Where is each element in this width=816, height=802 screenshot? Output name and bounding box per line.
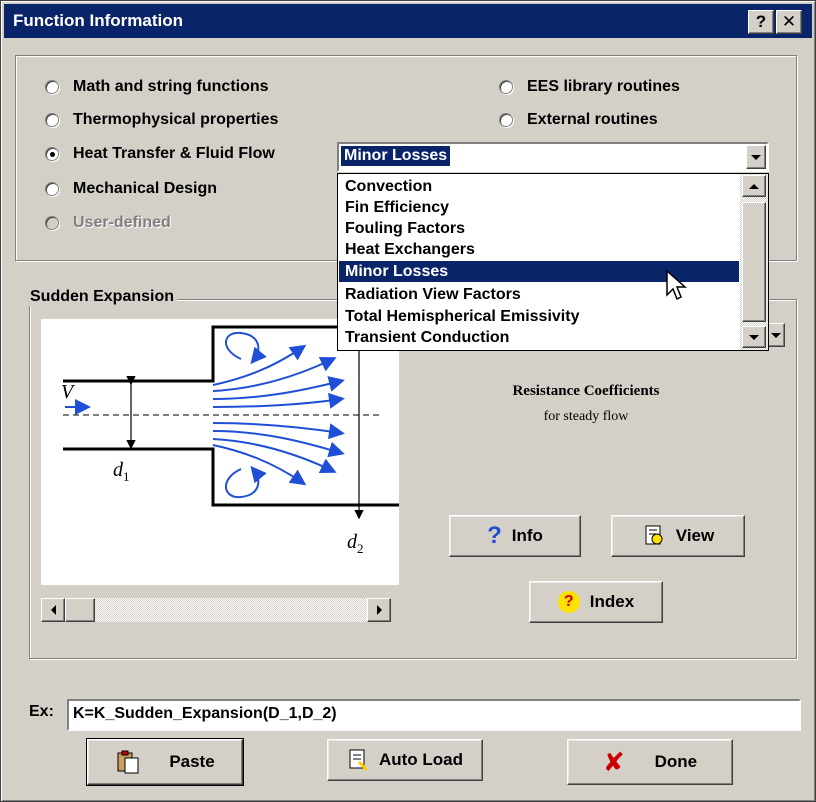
radio-label: Math and string functions	[73, 78, 269, 95]
info-button[interactable]: ? Info	[449, 515, 581, 557]
radio-button-checked[interactable]	[45, 147, 59, 161]
index-button[interactable]: ? Index	[529, 581, 663, 623]
topic-select-value: Minor Losses	[341, 146, 451, 166]
function-select-button[interactable]	[767, 323, 785, 347]
done-button-label: Done	[654, 752, 698, 771]
radio-label: User-defined	[73, 214, 171, 231]
close-x-icon: ✘	[602, 746, 625, 777]
dropdown-item[interactable]: Heat Exchangers	[339, 239, 739, 260]
radio-thermophysical[interactable]: Thermophysical properties	[45, 108, 278, 132]
paste-button-label: Paste	[169, 752, 215, 771]
radio-label: EES library routines	[527, 78, 680, 95]
function-group-title: Sudden Expansion	[27, 288, 178, 306]
dropdown-item[interactable]: Transient Conduction	[339, 327, 739, 348]
topic-select[interactable]: Minor Losses	[337, 142, 769, 172]
diagram-svg	[63, 325, 399, 520]
scroll-down-button[interactable]	[742, 326, 766, 348]
mouse-cursor-icon	[666, 269, 687, 301]
radio-button[interactable]	[499, 113, 513, 127]
chevron-down-icon	[771, 332, 781, 338]
description-subtitle: for steady flow	[543, 409, 629, 424]
window-title: Function Information	[13, 11, 183, 30]
auto-load-button[interactable]: Auto Load	[327, 739, 483, 781]
info-button-label: Info	[511, 526, 543, 545]
d1-subscript: 1	[123, 469, 130, 484]
radio-external-routines[interactable]: External routines	[499, 108, 658, 132]
scroll-thumb[interactable]	[742, 202, 766, 322]
topic-dropdown-list: Convection Fin Efficiency Fouling Factor…	[337, 173, 769, 351]
help-button[interactable]: ?	[748, 10, 774, 34]
radio-button[interactable]	[499, 80, 513, 94]
d1-label: d1	[113, 459, 130, 485]
dropdown-item[interactable]: Fouling Factors	[339, 218, 739, 239]
d2-label: d2	[347, 531, 364, 557]
scroll-up-button[interactable]	[742, 175, 766, 197]
autoload-document-icon	[349, 749, 369, 772]
dropdown-item[interactable]: Fin Efficiency	[339, 197, 739, 218]
radio-label: Mechanical Design	[73, 180, 218, 197]
radio-button[interactable]	[45, 182, 59, 196]
dropdown-button[interactable]	[746, 145, 766, 169]
document-view-icon	[645, 525, 663, 545]
dropdown-scrollbar[interactable]	[740, 174, 768, 350]
radio-ees-library[interactable]: EES library routines	[499, 75, 680, 99]
radio-label: External routines	[527, 111, 658, 128]
title-bar: Function Information ? ✕	[4, 4, 812, 38]
radio-button-disabled	[45, 216, 59, 230]
d2-subscript: 2	[357, 541, 364, 556]
auto-load-button-label: Auto Load	[378, 750, 464, 769]
paste-clipboard-icon	[117, 750, 139, 774]
view-button-label: View	[675, 526, 715, 545]
radio-label: Heat Transfer & Fluid Flow	[73, 145, 275, 162]
radio-mechanical-design[interactable]: Mechanical Design	[45, 177, 217, 201]
example-label: Ex:	[29, 703, 54, 720]
scroll-left-button[interactable]	[41, 598, 65, 622]
index-button-label: Index	[589, 592, 635, 611]
chevron-down-icon	[749, 334, 759, 340]
description-title: Resistance Coefficients	[512, 383, 660, 399]
view-button[interactable]: View	[611, 515, 745, 557]
close-button[interactable]: ✕	[776, 10, 802, 34]
radio-button[interactable]	[45, 113, 59, 127]
example-field[interactable]: K=K_Sudden_Expansion(D_1,D_2)	[67, 699, 801, 731]
dropdown-item[interactable]: Total Hemispherical Emissivity	[339, 306, 739, 327]
chevron-right-icon	[376, 605, 382, 615]
done-button[interactable]: ✘ Done	[567, 739, 733, 785]
radio-heat-transfer[interactable]: Heat Transfer & Fluid Flow	[45, 142, 275, 166]
radio-label: Thermophysical properties	[73, 111, 279, 128]
diagram-horizontal-scrollbar[interactable]	[41, 598, 391, 622]
scroll-thumb[interactable]	[65, 598, 95, 622]
help-index-icon: ?	[557, 591, 580, 613]
radio-math-string[interactable]: Math and string functions	[45, 75, 269, 99]
chevron-down-icon	[751, 154, 761, 160]
dropdown-item[interactable]: Convection	[339, 176, 739, 197]
radio-button[interactable]	[45, 80, 59, 94]
chevron-left-icon	[50, 605, 56, 615]
d2-symbol: d	[347, 531, 357, 553]
velocity-label: V	[61, 381, 74, 403]
radio-user-defined: User-defined	[45, 211, 171, 235]
question-icon: ?	[487, 522, 502, 549]
sudden-expansion-diagram: V d1 d2	[41, 319, 399, 585]
chevron-up-icon	[749, 183, 759, 189]
scroll-right-button[interactable]	[367, 598, 391, 622]
paste-button[interactable]: Paste	[86, 738, 244, 786]
d1-symbol: d	[113, 459, 123, 481]
function-information-dialog: Function Information ? ✕ Math and string…	[0, 0, 816, 802]
